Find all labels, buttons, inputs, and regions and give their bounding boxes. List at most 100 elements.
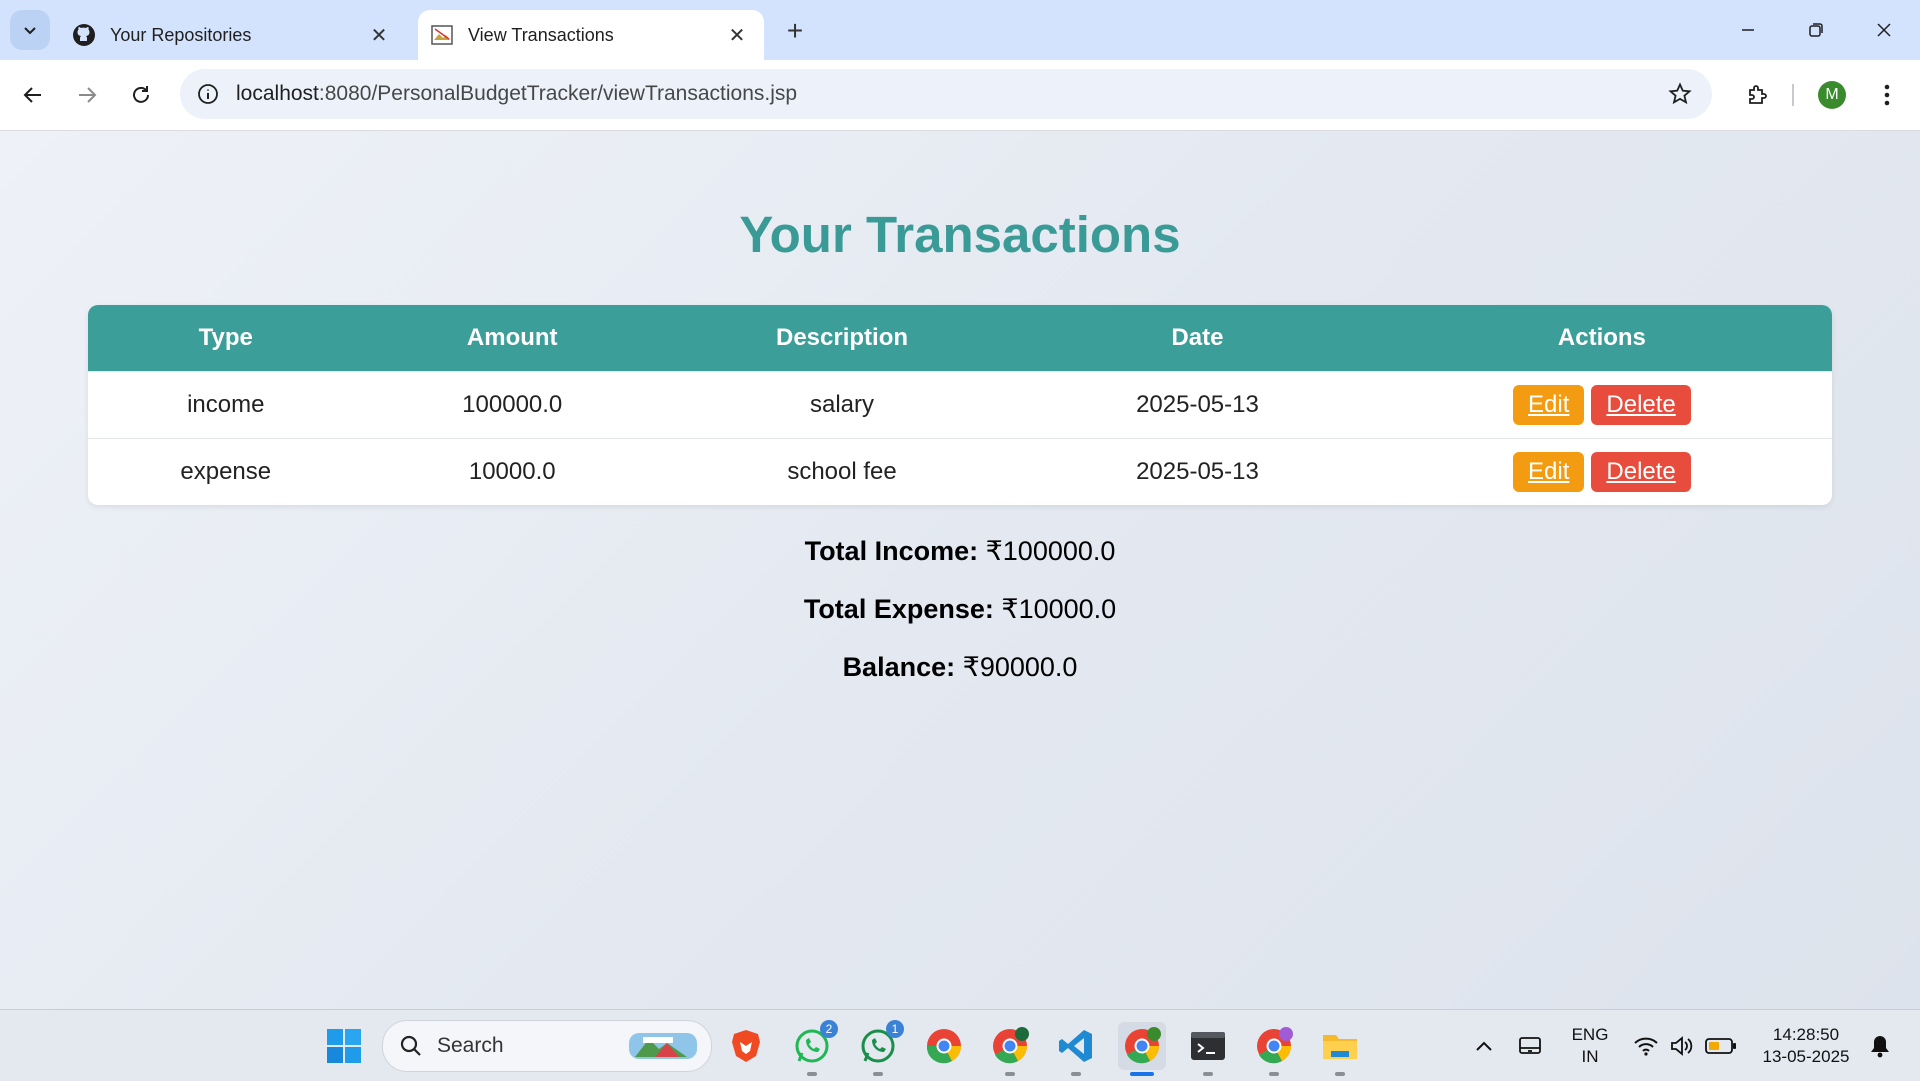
table-row: income 100000.0 salary 2025-05-13 Edit De…: [88, 371, 1832, 439]
language-indicator[interactable]: ENG IN: [1560, 1024, 1620, 1068]
folder-icon: [1323, 1035, 1357, 1059]
balance-label: Balance:: [842, 652, 956, 682]
forward-button[interactable]: [66, 74, 108, 116]
puzzle-icon: [1749, 85, 1767, 104]
reload-icon: [133, 86, 149, 103]
language-code: ENG: [1571, 1025, 1609, 1044]
active-indicator: [1130, 1072, 1154, 1076]
profile-avatar[interactable]: M: [1818, 81, 1846, 109]
clock-date: 13-05-2025: [1762, 1047, 1850, 1066]
browser-menu-button[interactable]: [1866, 74, 1908, 116]
chevron-down-icon: [24, 27, 36, 35]
tray-display-button[interactable]: [1508, 1022, 1552, 1070]
taskbar-brave[interactable]: [722, 1022, 770, 1070]
column-header-actions: Actions: [1557, 324, 1646, 351]
arrow-right-icon: [79, 87, 97, 103]
tab-search-button[interactable]: [10, 10, 50, 50]
search-label: Search: [437, 1034, 504, 1057]
notification-center-button[interactable]: [1862, 1022, 1898, 1070]
terminal-icon: [1191, 1032, 1225, 1060]
start-button[interactable]: [320, 1022, 368, 1070]
table-header-row: Type Amount Description Date Actions: [88, 305, 1832, 372]
page-title: Your Transactions: [739, 206, 1181, 263]
transactions-table: Type Amount Description Date Actions inc…: [88, 305, 1832, 505]
running-indicator: [1335, 1072, 1345, 1076]
arrow-left-icon: [23, 87, 41, 103]
vscode-icon: [1059, 1030, 1092, 1062]
url-text[interactable]: localhost:8080/PersonalBudgetTracker/vie…: [236, 69, 797, 119]
speaker-icon: [1671, 1036, 1693, 1056]
total-expense: Total Expense: ₹10000.0: [0, 594, 1920, 625]
wifi-status[interactable]: [1628, 1022, 1664, 1070]
running-indicator: [1269, 1072, 1279, 1076]
taskbar-vscode[interactable]: [1052, 1022, 1100, 1076]
volume-status[interactable]: [1664, 1022, 1698, 1070]
close-tab-icon[interactable]: ✕: [366, 22, 392, 48]
running-indicator: [1203, 1072, 1213, 1076]
close-tab-icon[interactable]: ✕: [724, 22, 750, 48]
total-income-label: Total Income:: [804, 536, 979, 566]
cell-actions: Edit Delete: [1371, 371, 1832, 439]
total-income-value: ₹100000.0: [985, 536, 1116, 566]
brave-icon: [732, 1030, 760, 1062]
column-header-type: Type: [198, 324, 253, 351]
chrome-icon: [926, 1029, 961, 1064]
broken-image-icon: [430, 23, 454, 47]
cell-type: income: [88, 371, 364, 439]
close-window-button[interactable]: [1850, 0, 1918, 60]
delete-button[interactable]: Delete: [1591, 385, 1691, 425]
notification-badge: 1: [886, 1020, 904, 1038]
region-code: IN: [1581, 1047, 1599, 1066]
minimize-button[interactable]: [1714, 0, 1782, 60]
close-icon: [1877, 23, 1891, 37]
reload-button[interactable]: [120, 74, 162, 116]
taskbar-chrome-profile-d[interactable]: [986, 1022, 1034, 1076]
table-row: expense 10000.0 school fee 2025-05-13 Ed…: [88, 438, 1832, 505]
total-expense-value: ₹10000.0: [1001, 594, 1117, 624]
address-bar[interactable]: localhost:8080/PersonalBudgetTracker/vie…: [180, 69, 1712, 119]
toolbar-divider: [1792, 84, 1794, 106]
chrome-icon: [993, 1027, 1029, 1064]
taskbar-chrome-profile-m[interactable]: [1118, 1022, 1166, 1076]
cell-actions: Edit Delete: [1371, 438, 1832, 505]
new-tab-button[interactable]: +: [778, 14, 812, 48]
minimize-icon: [1742, 29, 1754, 31]
cell-date: 2025-05-13: [1023, 371, 1372, 439]
wifi-icon: [1634, 1037, 1658, 1056]
chrome-icon: [1257, 1027, 1293, 1064]
extensions-button[interactable]: [1736, 74, 1778, 116]
tab-view-transactions[interactable]: View Transactions ✕: [418, 10, 764, 60]
column-header-amount: Amount: [466, 324, 558, 351]
tab-your-repositories[interactable]: Your Repositories ✕: [60, 10, 406, 60]
taskbar-chrome[interactable]: [920, 1022, 968, 1070]
url-host: localhost: [236, 82, 319, 105]
search-highlight-icon: [629, 1033, 697, 1059]
running-indicator: [1005, 1072, 1015, 1076]
bookmark-star-icon[interactable]: [1666, 80, 1694, 108]
battery-status[interactable]: [1700, 1022, 1742, 1070]
taskbar-search[interactable]: Search: [382, 1020, 712, 1072]
column-header-description: Description: [776, 324, 909, 351]
taskbar-terminal[interactable]: [1184, 1022, 1232, 1076]
taskbar-file-explorer[interactable]: [1316, 1022, 1364, 1076]
url-path: :8080/PersonalBudgetTracker/viewTransact…: [318, 82, 798, 105]
page-content: Your Transactions Type Amount Descriptio…: [0, 131, 1920, 1009]
site-info-icon[interactable]: [194, 80, 222, 108]
back-button[interactable]: [12, 74, 54, 116]
taskbar-whatsapp[interactable]: 2: [788, 1020, 838, 1076]
taskbar-whatsapp-beta[interactable]: 1: [854, 1020, 904, 1076]
clock-time: 14:28:50: [1772, 1025, 1840, 1044]
restore-button[interactable]: [1782, 0, 1850, 60]
taskbar-chrome-profile-user[interactable]: [1250, 1022, 1298, 1076]
show-hidden-icons-button[interactable]: [1462, 1022, 1506, 1070]
balance-value: ₹90000.0: [962, 652, 1078, 682]
windows-taskbar: Search 2 1 ENG IN 14:28:50 13-05-2025: [0, 1009, 1920, 1081]
delete-button[interactable]: Delete: [1591, 452, 1691, 492]
battery-icon: [1705, 1038, 1736, 1054]
tab-title: View Transactions: [468, 24, 614, 45]
clock[interactable]: 14:28:50 13-05-2025: [1752, 1024, 1860, 1068]
notification-badge: 2: [820, 1020, 838, 1038]
cell-description: salary: [660, 371, 1024, 439]
edit-button[interactable]: Edit: [1513, 452, 1585, 492]
edit-button[interactable]: Edit: [1513, 385, 1585, 425]
